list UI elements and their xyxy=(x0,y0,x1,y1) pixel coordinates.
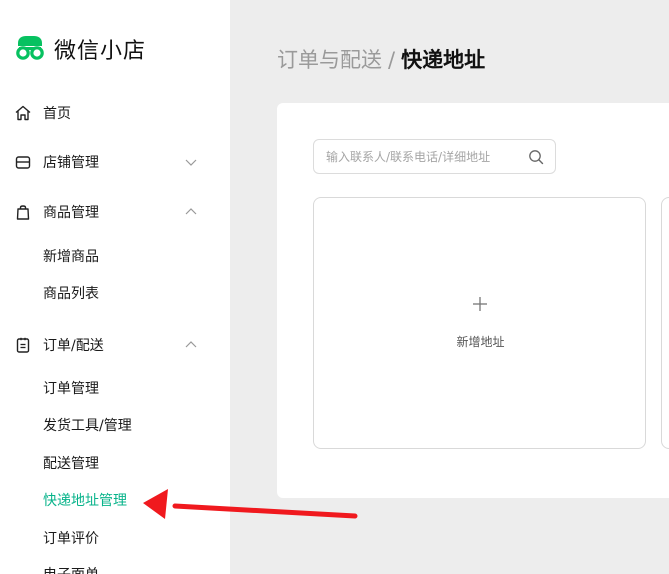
app-name: 微信小店 xyxy=(54,39,147,64)
sidebar-item-orders[interactable]: 订单/配送 xyxy=(0,333,230,357)
sidebar-item-home[interactable]: 首页 xyxy=(0,101,230,125)
breadcrumb-separator: / xyxy=(388,48,396,72)
app-logo[interactable]: 微信小店 xyxy=(14,33,146,65)
sidebar-item-label: 首页 xyxy=(43,106,71,122)
sidebar: 微信小店 首页 店铺管理 商品管理 新增商品 商品列表 订单/配送 订单管理 发… xyxy=(0,0,230,574)
sidebar-item-products[interactable]: 商品管理 xyxy=(0,200,230,224)
chevron-up-icon[interactable] xyxy=(184,205,198,219)
search-input[interactable] xyxy=(324,140,519,173)
plus-icon xyxy=(473,297,487,311)
shopping-bag-icon xyxy=(16,205,30,220)
sidebar-subitem-shipping-tools[interactable]: 发货工具/管理 xyxy=(43,415,132,437)
sidebar-subitem-order-management[interactable]: 订单管理 xyxy=(43,378,99,400)
page-title: 快递地址 xyxy=(401,48,486,72)
address-panel: 新增地址 xyxy=(277,103,669,498)
sidebar-subitem-delivery-management[interactable]: 配送管理 xyxy=(43,453,99,475)
chevron-down-icon[interactable] xyxy=(184,155,198,169)
shop-logo-icon xyxy=(16,36,44,60)
add-address-card[interactable]: 新增地址 xyxy=(313,197,646,449)
breadcrumb-parent[interactable]: 订单与配送 xyxy=(277,48,382,72)
sidebar-item-label: 订单/配送 xyxy=(43,338,104,354)
breadcrumb: 订单与配送 / 快递地址 xyxy=(277,44,485,74)
sidebar-item-store[interactable]: 店铺管理 xyxy=(0,150,230,174)
store-icon xyxy=(15,156,31,169)
chevron-up-icon[interactable] xyxy=(184,338,198,352)
sidebar-subitem-order-reviews[interactable]: 订单评价 xyxy=(43,528,99,550)
sidebar-subitem-new-product[interactable]: 新增商品 xyxy=(43,246,99,268)
main-content: 订单与配送/快递地址 新增地址 xyxy=(230,0,669,574)
sidebar-item-label: 店铺管理 xyxy=(43,155,99,171)
sidebar-subitem-product-list[interactable]: 商品列表 xyxy=(43,283,99,305)
add-address-label: 新增地址 xyxy=(456,335,505,349)
clipboard-icon xyxy=(16,337,30,353)
sidebar-subitem-express-address[interactable]: 快递地址管理 xyxy=(43,490,127,512)
home-icon xyxy=(15,105,31,121)
sidebar-item-label: 商品管理 xyxy=(43,205,99,221)
address-card[interactable] xyxy=(661,197,669,449)
sidebar-subitem-e-waybill[interactable]: 电子面单 xyxy=(43,564,99,574)
search-box xyxy=(313,139,556,174)
search-icon[interactable] xyxy=(528,149,544,165)
